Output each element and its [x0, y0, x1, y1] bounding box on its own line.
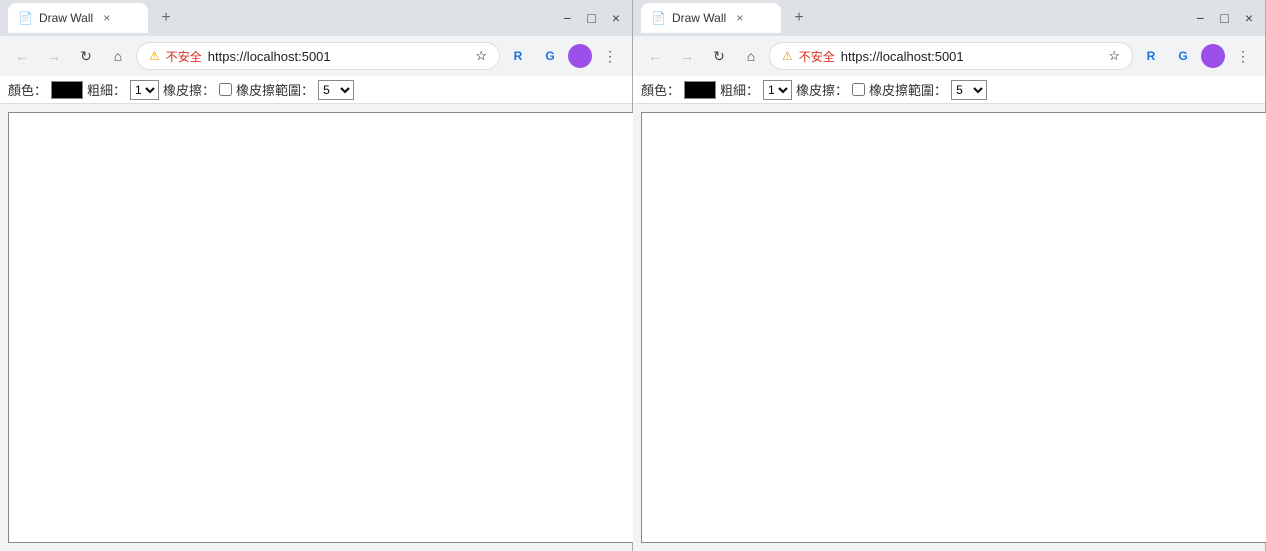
eraser-label-left: 橡皮擦：: [163, 80, 215, 99]
window-controls-left: − □ ×: [563, 10, 624, 26]
title-bar-left: 📄 Draw Wall × + − □ ×: [0, 0, 632, 36]
new-tab-button-left[interactable]: +: [152, 4, 180, 32]
bookmark-icon-left[interactable]: ☆: [475, 48, 487, 64]
app-toolbar-left: 顏色： 粗細： 1 2 3 4 5 橡皮擦： 橡皮擦範圍： 5 10 15 20…: [0, 76, 632, 104]
avatar-right[interactable]: [1201, 44, 1225, 68]
tab-title-left: Draw Wall: [39, 11, 93, 25]
thickness-label-right: 粗細：: [720, 80, 759, 99]
extension-r-left[interactable]: R: [504, 42, 532, 70]
color-picker-left[interactable]: [51, 81, 83, 99]
maximize-button-left[interactable]: □: [587, 10, 595, 26]
tab-close-right[interactable]: ×: [736, 11, 743, 25]
address-bar-right: ← → ↻ ⌂ ⚠ 不安全 https://localhost:5001 ☆ R…: [633, 36, 1265, 76]
thickness-select-right[interactable]: 1 2 3 4 5: [763, 80, 792, 100]
address-bar-left: ← → ↻ ⌂ ⚠ 不安全 https://localhost:5001 ☆ R…: [0, 36, 632, 76]
color-label-left: 顏色：: [8, 80, 47, 99]
tab-icon-left: 📄: [18, 11, 33, 25]
eraser-range-label-right: 橡皮擦範圍：: [869, 80, 947, 99]
close-button-right[interactable]: ×: [1245, 10, 1253, 26]
browser-window-left: 📄 Draw Wall × + − □ × ← → ↻ ⌂ ⚠ 不安全 http…: [0, 0, 633, 551]
security-icon-left: ⚠: [149, 49, 160, 63]
tab-left[interactable]: 📄 Draw Wall ×: [8, 3, 148, 33]
app-toolbar-right: 顏色： 粗細： 1 2 3 4 5 橡皮擦： 橡皮擦範圍： 5 10 15 20…: [633, 76, 1265, 104]
eraser-checkbox-left[interactable]: [219, 83, 232, 96]
draw-canvas-right[interactable]: [641, 112, 1266, 543]
window-controls-right: − □ ×: [1196, 10, 1257, 26]
extension-r-right[interactable]: R: [1137, 42, 1165, 70]
tab-close-left[interactable]: ×: [103, 11, 110, 25]
eraser-range-select-right[interactable]: 5 10 15 20 25: [951, 80, 987, 100]
reload-button-right[interactable]: ↻: [705, 42, 733, 70]
maximize-button-right[interactable]: □: [1220, 10, 1228, 26]
bookmark-icon-right[interactable]: ☆: [1108, 48, 1120, 64]
tab-right[interactable]: 📄 Draw Wall ×: [641, 3, 781, 33]
url-text-left: https://localhost:5001: [208, 49, 331, 64]
browser-window-right: 📄 Draw Wall × + − □ × ← → ↻ ⌂ ⚠ 不安全 http…: [633, 0, 1266, 551]
new-tab-button-right[interactable]: +: [785, 4, 813, 32]
url-text-right: https://localhost:5001: [841, 49, 964, 64]
extension-g-left[interactable]: G: [536, 42, 564, 70]
menu-button-right[interactable]: ⋮: [1229, 42, 1257, 70]
security-text-left: 不安全: [166, 48, 202, 65]
extension-g-right[interactable]: G: [1169, 42, 1197, 70]
eraser-range-select-left[interactable]: 5 10 15 20 25: [318, 80, 354, 100]
security-icon-right: ⚠: [782, 49, 793, 63]
tab-title-right: Draw Wall: [672, 11, 726, 25]
address-input-left[interactable]: ⚠ 不安全 https://localhost:5001 ☆: [136, 42, 500, 70]
canvas-area-left: [0, 104, 632, 551]
canvas-area-right: [633, 104, 1265, 551]
close-button-left[interactable]: ×: [612, 10, 620, 26]
eraser-label-right: 橡皮擦：: [796, 80, 848, 99]
address-input-right[interactable]: ⚠ 不安全 https://localhost:5001 ☆: [769, 42, 1133, 70]
menu-button-left[interactable]: ⋮: [596, 42, 624, 70]
tab-icon-right: 📄: [651, 11, 666, 25]
thickness-label-left: 粗細：: [87, 80, 126, 99]
title-bar-right: 📄 Draw Wall × + − □ ×: [633, 0, 1265, 36]
color-label-right: 顏色：: [641, 80, 680, 99]
thickness-select-left[interactable]: 1 2 3 4 5: [130, 80, 159, 100]
minimize-button-right[interactable]: −: [1196, 10, 1204, 26]
home-button-right[interactable]: ⌂: [737, 42, 765, 70]
security-text-right: 不安全: [799, 48, 835, 65]
forward-button-left[interactable]: →: [40, 42, 68, 70]
reload-button-left[interactable]: ↻: [72, 42, 100, 70]
back-button-right[interactable]: ←: [641, 42, 669, 70]
avatar-left[interactable]: [568, 44, 592, 68]
color-picker-right[interactable]: [684, 81, 716, 99]
forward-button-right[interactable]: →: [673, 42, 701, 70]
minimize-button-left[interactable]: −: [563, 10, 571, 26]
eraser-checkbox-right[interactable]: [852, 83, 865, 96]
eraser-range-label-left: 橡皮擦範圍：: [236, 80, 314, 99]
home-button-left[interactable]: ⌂: [104, 42, 132, 70]
back-button-left[interactable]: ←: [8, 42, 36, 70]
